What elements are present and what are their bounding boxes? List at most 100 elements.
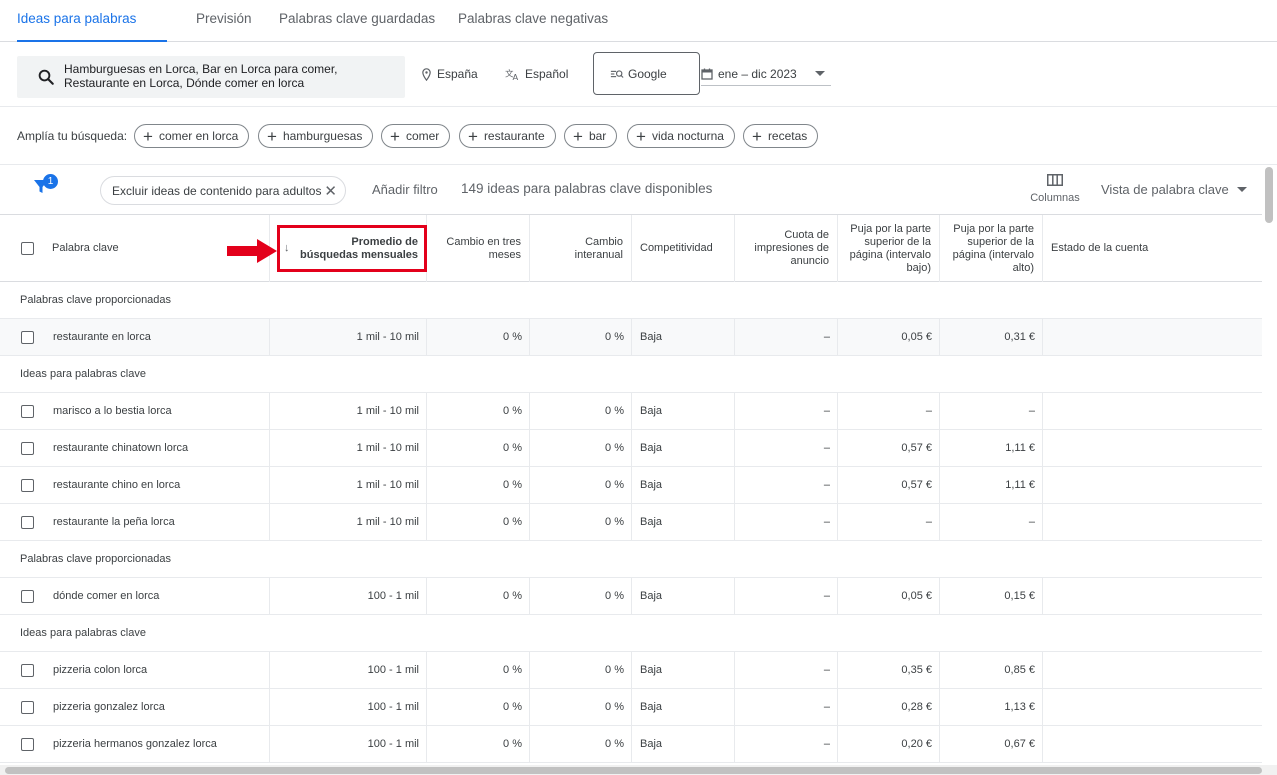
suggestion-chip[interactable]: + bar: [564, 124, 618, 148]
suggestion-chip[interactable]: + hamburguesas: [258, 124, 374, 148]
columns-label: Columnas: [1030, 192, 1080, 204]
account-status-label: Estado de la cuenta: [1051, 242, 1149, 254]
impression-share-cell: –: [735, 467, 838, 503]
row-checkbox[interactable]: [21, 701, 34, 714]
search-network-selector[interactable]: Google: [593, 52, 700, 95]
three-month-change-column-header[interactable]: Cambio en tres meses: [427, 215, 530, 282]
account-status-cell: [1043, 689, 1262, 725]
row-checkbox[interactable]: [21, 405, 34, 418]
competition-cell: Baja: [632, 319, 735, 355]
row-checkbox[interactable]: [21, 331, 34, 344]
bid-high-cell: 0,31 €: [940, 319, 1043, 355]
bid-low-cell: 0,35 €: [838, 652, 940, 688]
suggestion-chip[interactable]: + comer en lorca: [134, 124, 250, 148]
location-selector[interactable]: España: [421, 67, 478, 81]
vertical-scrollbar[interactable]: [1263, 165, 1277, 765]
row-checkbox[interactable]: [21, 738, 34, 751]
row-checkbox[interactable]: [21, 516, 34, 529]
table-row[interactable]: restaurante chino en lorca 1 mil - 10 mil…: [0, 467, 1262, 504]
suggestion-chip[interactable]: + vida nocturna: [627, 124, 735, 148]
columns-button[interactable]: Columnas: [1027, 174, 1083, 204]
keyword-search-input[interactable]: Hamburguesas en Lorca, Bar en Lorca para…: [17, 56, 405, 98]
avg-searches-cell: 100 - 1 mil: [270, 689, 427, 725]
results-toolbar: 1 Excluir ideas de contenido para adulto…: [0, 165, 1262, 215]
horizontal-scrollbar-thumb[interactable]: [5, 767, 1262, 774]
competition-label: Competitividad: [640, 242, 713, 254]
row-checkbox[interactable]: [21, 442, 34, 455]
chip-label: comer: [405, 129, 440, 143]
filter-count-badge: 1: [43, 174, 58, 189]
search-settings-row: Hamburguesas en Lorca, Bar en Lorca para…: [0, 42, 1277, 107]
competition-cell: Baja: [632, 467, 735, 503]
adult-content-filter-chip[interactable]: Excluir ideas de contenido para adultos …: [100, 176, 346, 205]
account-status-cell: [1043, 652, 1262, 688]
view-selector[interactable]: Vista de palabra clave: [1101, 182, 1247, 197]
bid-high-cell: 1,13 €: [940, 689, 1043, 725]
keyword-table: Palabra clave ↓ Promedio de búsquedas me…: [0, 215, 1262, 765]
bid-high-column-header[interactable]: Puja por la parte superior de la página …: [940, 215, 1043, 282]
three-month-change-cell: 0 %: [427, 467, 530, 503]
table-row[interactable]: dónde comer en lorca 100 - 1 mil 0 % 0 % Baj…: [0, 578, 1262, 615]
chip-label: comer en lorca: [158, 129, 239, 143]
language-label: Español: [525, 67, 569, 81]
tab-forecast[interactable]: Previsión: [196, 0, 252, 42]
table-row[interactable]: marisco a lo bestia lorca 1 mil - 10 mil 0…: [0, 393, 1262, 430]
table-row[interactable]: restaurante chinatown lorca 1 mil - 10 mi…: [0, 430, 1262, 467]
location-label: España: [437, 67, 478, 81]
keyword-cell: restaurante chino en lorca: [0, 467, 270, 503]
add-filter-button[interactable]: Añadir filtro: [372, 182, 438, 197]
avg-searches-cell: 1 mil - 10 mil: [270, 393, 427, 429]
bid-low-column-header[interactable]: Puja por la parte superior de la página …: [838, 215, 940, 282]
row-checkbox[interactable]: [21, 590, 34, 603]
translate-icon: 文A: [505, 68, 518, 81]
columns-icon: [1047, 174, 1063, 186]
chip-label: bar: [588, 129, 607, 143]
date-range-selector[interactable]: ene – dic 2023: [701, 62, 831, 86]
close-icon[interactable]: ✕: [324, 182, 337, 200]
yoy-change-column-header[interactable]: Cambio interanual: [530, 215, 632, 282]
competition-cell: Baja: [632, 652, 735, 688]
row-checkbox[interactable]: [21, 664, 34, 677]
suggestion-chip[interactable]: + recetas: [743, 124, 819, 148]
suggestion-chip[interactable]: + comer: [381, 124, 451, 148]
tab-negative-keywords[interactable]: Palabras clave negativas: [458, 0, 608, 42]
avg-searches-cell: 1 mil - 10 mil: [270, 430, 427, 466]
vertical-scrollbar-thumb[interactable]: [1265, 167, 1273, 223]
competition-cell: Baja: [632, 726, 735, 762]
search-network-icon: [610, 69, 624, 78]
bid-high-cell: 1,11 €: [940, 430, 1043, 466]
three-month-label: Cambio en tres meses: [446, 235, 521, 261]
row-checkbox[interactable]: [21, 479, 34, 492]
bid-low-cell: 0,05 €: [838, 319, 940, 355]
table-row[interactable]: pizzeria hermanos gonzalez lorca 100 - 1 …: [0, 726, 1262, 763]
keyword-text: pizzeria colon lorca: [53, 664, 148, 676]
yoy-change-cell: 0 %: [530, 430, 632, 466]
competition-column-header[interactable]: Competitividad: [632, 215, 735, 282]
table-row[interactable]: restaurante en lorca 1 mil - 10 mil 0 % 0 %…: [0, 319, 1262, 356]
keyword-cell: dónde comer en lorca: [0, 578, 270, 614]
keyword-column-label: Palabra clave: [52, 242, 119, 254]
tab-saved-keywords[interactable]: Palabras clave guardadas: [279, 0, 435, 42]
suggestion-chip[interactable]: + restaurante: [459, 124, 556, 148]
three-month-change-cell: 0 %: [427, 578, 530, 614]
bid-low-cell: 0,57 €: [838, 430, 940, 466]
language-selector[interactable]: 文A Español: [505, 67, 568, 81]
search-icon: [38, 69, 54, 85]
keyword-cell: restaurante la peña lorca: [0, 504, 270, 540]
impression-share-column-header[interactable]: Cuota de impresiones de anuncio: [735, 215, 838, 282]
account-status-column-header[interactable]: Estado de la cuenta: [1043, 215, 1262, 282]
bid-low-cell: 0,20 €: [838, 726, 940, 762]
table-row[interactable]: pizzeria gonzalez lorca 100 - 1 mil 0 % 0 %…: [0, 689, 1262, 726]
impression-share-cell: –: [735, 689, 838, 725]
table-row[interactable]: restaurante la peña lorca 1 mil - 10 mil 0…: [0, 504, 1262, 541]
table-row[interactable]: pizzeria colon lorca 100 - 1 mil 0 % 0 % Baj…: [0, 652, 1262, 689]
three-month-change-cell: 0 %: [427, 319, 530, 355]
tab-keyword-ideas[interactable]: Ideas para palabras clave: [17, 0, 167, 64]
three-month-change-cell: 0 %: [427, 430, 530, 466]
impression-share-cell: –: [735, 726, 838, 762]
select-all-checkbox[interactable]: [21, 242, 34, 255]
yoy-change-cell: 0 %: [530, 652, 632, 688]
plus-icon: +: [143, 126, 153, 146]
search-network-label: Google: [628, 66, 667, 81]
keyword-cell: restaurante chinatown lorca: [0, 430, 270, 466]
